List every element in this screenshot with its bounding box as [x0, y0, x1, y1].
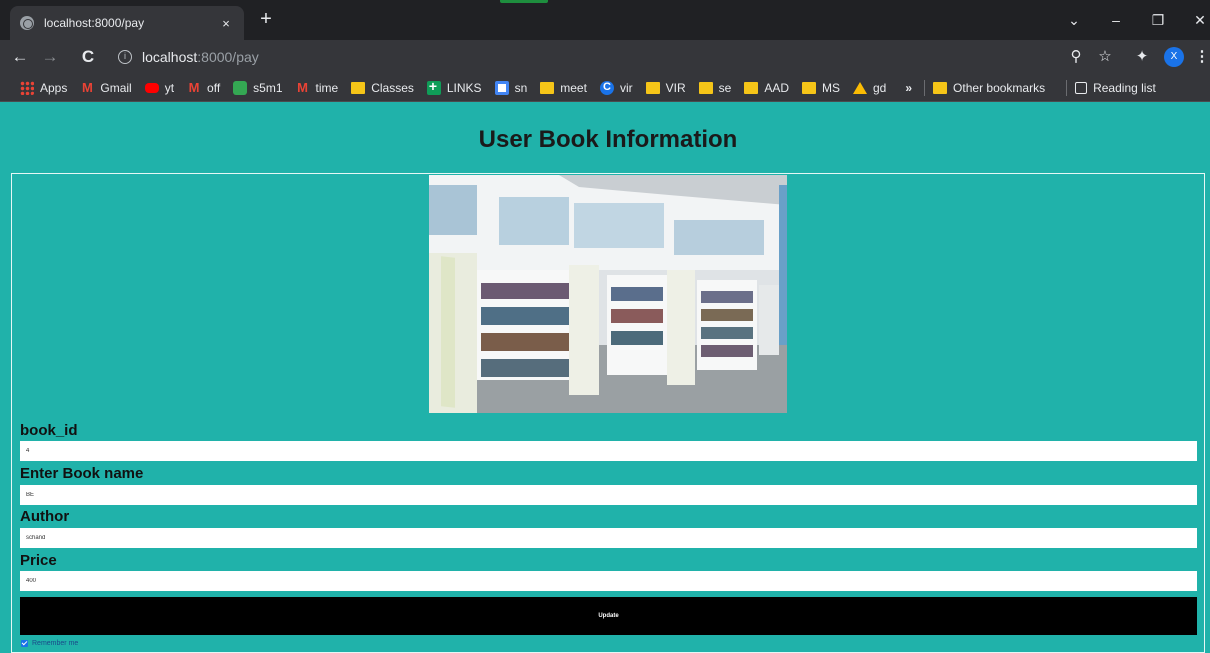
- folder-icon: [645, 81, 660, 94]
- tab-title: localhost:8000/pay: [44, 16, 145, 30]
- chrome-c-icon: [599, 80, 614, 95]
- book-id-label: book_id: [20, 422, 78, 439]
- reading-list-icon: [1075, 81, 1088, 94]
- google-docs-icon: [494, 80, 509, 95]
- bookmark-aad[interactable]: AAD: [744, 81, 789, 95]
- page-title: User Book Information: [478, 126, 738, 153]
- bookmark-ms[interactable]: MS: [802, 81, 840, 95]
- back-button[interactable]: ←: [8, 45, 32, 69]
- bookmark-classes[interactable]: Classes: [351, 81, 414, 95]
- site-info-icon[interactable]: i: [118, 50, 132, 64]
- google-chat-icon: [233, 80, 248, 95]
- bookmark-off[interactable]: Moff: [187, 79, 221, 95]
- bookmarks-divider: [924, 79, 926, 96]
- browser-tab[interactable]: localhost:8000/pay ×: [10, 6, 244, 40]
- folder-icon: [802, 81, 816, 94]
- book-name-input[interactable]: [20, 485, 1197, 505]
- bookmark-se[interactable]: se: [698, 81, 731, 95]
- bookmark-apps[interactable]: Apps: [20, 80, 67, 95]
- folder-icon: [744, 81, 759, 94]
- globe-icon: [20, 16, 34, 30]
- author-input[interactable]: [20, 528, 1197, 548]
- update-button[interactable]: Update: [20, 597, 1197, 635]
- minimize-button[interactable]: –: [1104, 8, 1128, 32]
- gmail-icon: M: [188, 79, 200, 95]
- bookmark-vir[interactable]: vir: [599, 80, 633, 95]
- gmail-icon: M: [81, 79, 93, 95]
- other-bookmarks[interactable]: Other bookmarks: [933, 81, 1045, 95]
- browser-tab-strip: localhost:8000/pay × + ⌄ – ❐ ✕: [0, 0, 1210, 40]
- folder-icon: [698, 81, 713, 94]
- bookmarks-overflow-button[interactable]: »: [905, 81, 912, 95]
- tab-strip-accent: [500, 0, 548, 3]
- gmail-icon: M: [297, 79, 308, 95]
- new-tab-button[interactable]: +: [254, 8, 278, 32]
- restore-button[interactable]: ❐: [1146, 8, 1170, 32]
- book-name-label: Enter Book name: [20, 465, 144, 482]
- book-id-input[interactable]: [20, 441, 1197, 461]
- address-host: localhost: [142, 49, 198, 65]
- apps-grid-icon: [20, 80, 34, 95]
- price-label: Price: [20, 552, 57, 569]
- bookmark-s5m1[interactable]: s5m1: [233, 80, 283, 95]
- close-window-button[interactable]: ✕: [1188, 8, 1210, 32]
- tab-close-icon[interactable]: ×: [218, 16, 234, 31]
- author-label: Author: [20, 508, 70, 525]
- extensions-puzzle-icon[interactable]: ✦: [1130, 45, 1154, 69]
- tab-search-icon[interactable]: ⌄: [1062, 8, 1086, 32]
- bookmark-yt[interactable]: yt: [144, 81, 174, 95]
- bookmark-sn[interactable]: sn: [494, 80, 527, 95]
- bookmark-time[interactable]: Mtime: [296, 79, 338, 95]
- google-sheets-icon: [426, 78, 441, 95]
- book-form: book_id Enter Book name Author Price Upd…: [11, 173, 1205, 653]
- google-drive-icon: [853, 81, 867, 94]
- bookmark-meet[interactable]: meet: [540, 81, 587, 95]
- page-body: User Book Information book_id 4 Enter Bo…: [0, 103, 1210, 653]
- reload-button[interactable]: C: [76, 45, 100, 69]
- address-path: :8000/pay: [197, 49, 259, 65]
- forward-button[interactable]: →: [38, 45, 62, 69]
- zoom-icon[interactable]: ⚲: [1064, 45, 1088, 69]
- bookmark-VIR[interactable]: VIR: [645, 81, 686, 95]
- bookmark-gmail[interactable]: M Gmail: [80, 79, 132, 95]
- bookmark-star-icon[interactable]: ☆: [1093, 45, 1117, 69]
- price-input[interactable]: [20, 571, 1197, 591]
- youtube-icon: [144, 82, 159, 93]
- google-classroom-icon: [351, 81, 366, 94]
- folder-icon: [540, 81, 555, 94]
- address-bar[interactable]: i localhost:8000/pay: [110, 44, 1110, 70]
- bookmark-gd[interactable]: gd: [853, 81, 886, 95]
- bookmarks-divider: [1066, 79, 1068, 96]
- menu-kebab-icon[interactable]: ⋮: [1190, 45, 1210, 69]
- profile-avatar[interactable]: X: [1164, 47, 1184, 67]
- bookmarks-bar: Apps MGmail yt Moff s5m1 Mtime Classes L…: [0, 74, 1210, 102]
- bookmark-links[interactable]: LINKS: [426, 78, 482, 95]
- library-bookshelves-image: [429, 175, 787, 413]
- folder-icon: [933, 81, 948, 94]
- reading-list[interactable]: Reading list: [1075, 81, 1156, 95]
- browser-toolbar: ← → C i localhost:8000/pay ⚲ ☆ ✦ X ⋮: [0, 40, 1210, 74]
